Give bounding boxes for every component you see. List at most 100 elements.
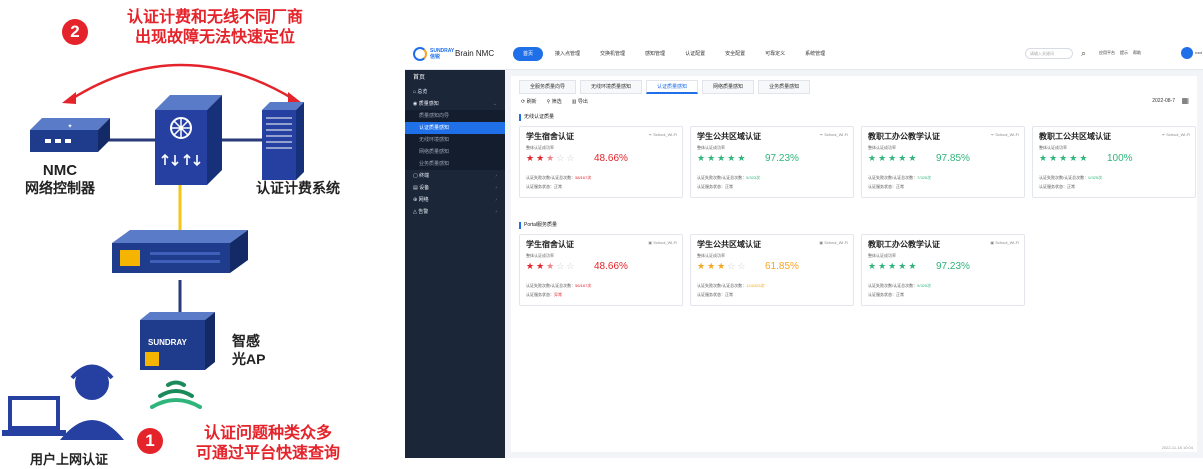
brand-small: SUNDRAY 信锐 <box>430 48 455 60</box>
tab-wireless[interactable]: 无线环境质量感知 <box>580 80 643 94</box>
sidebar-item-quality[interactable]: ◉ 质量感知 ⌄ <box>405 98 505 110</box>
brand-name: Brain NMC <box>455 49 495 58</box>
nav-switch[interactable]: 交换机管理 <box>592 47 633 61</box>
star-icon: ☆ <box>727 261 738 271</box>
sidebar-home[interactable]: 首页 <box>405 70 505 86</box>
date-picker[interactable]: 2022-08-7 <box>1152 98 1175 104</box>
search-input[interactable]: 请输入关键词 <box>1025 48 1073 59</box>
sidebar-item-business[interactable]: 业务质量感知 <box>405 158 505 170</box>
export-button[interactable]: ▥ 导出 <box>572 98 588 105</box>
top-bar: SUNDRAY 信锐 Brain NMC 首页 接入点管理 交换机管理 感知管理… <box>405 38 1203 70</box>
tab-business[interactable]: 业务质量感知 <box>758 80 811 94</box>
service-status: 认证服务状态：正常 <box>1039 184 1075 189</box>
sidebar-item-auth-quality[interactable]: 认证质量感知 <box>405 122 505 134</box>
nmc-controller-icon: ✦ <box>30 118 110 152</box>
user-name[interactable]: root <box>1195 50 1202 55</box>
service-status: 认证服务状态：正常 <box>526 184 562 189</box>
sidebar-item-overview[interactable]: ⌂ 总览 <box>405 86 505 98</box>
success-rate-value: 97.23% <box>765 153 799 164</box>
fail-ratio: 认证失败次数/认证总次数：56/167次 <box>526 283 592 288</box>
svg-text:✦: ✦ <box>67 123 72 130</box>
star-icon: ★ <box>727 153 738 163</box>
avatar[interactable] <box>1181 47 1193 59</box>
star-icon: ★ <box>546 153 557 163</box>
rating-stars: ★★★★★ <box>868 153 918 164</box>
fail-ratio: 认证失败次数/认证总次数：7/325次 <box>868 175 932 180</box>
star-icon: ☆ <box>737 261 748 271</box>
star-icon: ★ <box>868 261 879 271</box>
success-rate-label: 整体认证成功率 <box>868 145 896 150</box>
sidebar-item-terminal[interactable]: ▢ 终端 › <box>405 170 505 182</box>
quality-card[interactable]: 学生公共区域认证 ▣ School_Wi-Fi 整体认证成功率 ★★★☆☆ 61.85%… <box>690 234 854 306</box>
nav-reliability[interactable]: 可靠定义 <box>757 47 793 61</box>
service-status: 认证服务状态：正常 <box>697 184 733 189</box>
card-title: 教职工办公教学认证 <box>868 132 940 141</box>
quality-card[interactable]: 学生宿舍认证 ᯤ School_Wi-Fi 整体认证成功率 ★★★☆☆ 48.66% 认证… <box>519 126 683 198</box>
star-icon: ★ <box>908 153 919 163</box>
gateway-device-icon <box>112 230 248 273</box>
service-status: 认证服务状态：正常 <box>868 292 904 297</box>
sidebar-item-device[interactable]: ▤ 设备 › <box>405 182 505 194</box>
ap-label-1: 智感 <box>232 333 260 349</box>
star-icon: ★ <box>868 153 879 163</box>
nav-auth[interactable]: 认证配置 <box>677 47 713 61</box>
user-icon <box>60 364 124 440</box>
success-rate-label: 整体认证成功率 <box>697 253 725 258</box>
refresh-button[interactable]: ⟳ 刷新 <box>521 98 537 105</box>
ap-brand: SUNDRAY <box>148 338 187 347</box>
network-diagram: 2 认证计费和无线不同厂商 出现故障无法快速定位 ✦ NMC 网络控制器 认证计… <box>0 0 405 469</box>
quality-card[interactable]: 学生宿舍认证 ▣ School_Wi-Fi 整体认证成功率 ★★★☆☆ 48.66% 认证… <box>519 234 683 306</box>
sidebar-item-network[interactable]: 网络质量感知 <box>405 146 505 158</box>
search-icon[interactable]: ⌕ <box>1081 47 1086 59</box>
fail-ratio: 认证失败次数/认证总次数：58/167次 <box>526 175 592 180</box>
tool-platform[interactable]: 应用平台 <box>1099 50 1115 56</box>
success-rate-value: 48.66% <box>594 261 628 272</box>
sidebar-item-alarm[interactable]: △ 告警 › <box>405 206 505 218</box>
nav-ap[interactable]: 接入点管理 <box>547 47 588 61</box>
service-status: 认证服务状态：正常 <box>697 292 733 297</box>
star-icon: ★ <box>1069 153 1080 163</box>
star-icon: ☆ <box>566 153 577 163</box>
tool-tips[interactable]: 提示 <box>1120 50 1128 56</box>
tab-bar: 全服务质量向导 无线环境质量感知 认证质量感知 网络质量感知 业务质量感知 <box>519 80 811 94</box>
nmc-label-2: 网络控制器 <box>25 180 95 196</box>
star-icon: ★ <box>878 153 889 163</box>
quality-card[interactable]: 学生公共区域认证 ᯤ School_Wi-Fi 整体认证成功率 ★★★★★ 97.23%… <box>690 126 854 198</box>
sidebar-item-wireless[interactable]: 无线环境感知 <box>405 134 505 146</box>
nav-system[interactable]: 系统管理 <box>797 47 833 61</box>
nav-home[interactable]: 首页 <box>513 47 544 61</box>
nav-sense[interactable]: 感知管理 <box>637 47 673 61</box>
section-portal: Portal服务质量 <box>519 222 557 229</box>
star-icon: ★ <box>898 153 909 163</box>
sidebar-item-guide[interactable]: 质量感知向导 <box>405 110 505 122</box>
sidebar-item-net[interactable]: ⊕ 网络 › <box>405 194 505 206</box>
rating-stars: ★★★★★ <box>868 261 918 272</box>
calendar-icon[interactable]: ▦ <box>1181 96 1189 105</box>
quality-card[interactable]: 教职工办公教学认证 ▣ School_Wi-Fi 整体认证成功率 ★★★★★ 97.23… <box>861 234 1025 306</box>
tab-guide[interactable]: 全服务质量向导 <box>519 80 577 94</box>
star-icon: ★ <box>707 153 718 163</box>
filter-button[interactable]: ⚲ 筛选 <box>547 98 562 105</box>
billing-label: 认证计费系统 <box>256 180 340 196</box>
nmc-label-1: NMC <box>42 162 78 179</box>
diagram-graphics: ✦ <box>2 63 304 440</box>
nav-security[interactable]: 安全配置 <box>717 47 753 61</box>
quality-card[interactable]: 教职工办公教学认证 ᯤ School_Wi-Fi 整体认证成功率 ★★★★★ 97.85… <box>861 126 1025 198</box>
fault-arc <box>69 63 296 102</box>
ssid-tag: ᯤ School_Wi-Fi <box>1161 132 1190 137</box>
ssid-tag: ᯤ School_Wi-Fi <box>990 132 1019 137</box>
star-icon: ☆ <box>556 261 567 271</box>
tool-help[interactable]: 帮助 <box>1133 50 1141 56</box>
tab-auth[interactable]: 认证质量感知 <box>646 80 699 94</box>
quality-card[interactable]: 教职工公共区域认证 ᯤ School_Wi-Fi 整体认证成功率 ★★★★★ 100% 认… <box>1032 126 1196 198</box>
star-icon: ★ <box>697 261 708 271</box>
core-switch-icon <box>155 95 222 185</box>
ssid-tag: ▣ School_Wi-Fi <box>990 240 1019 245</box>
tab-network[interactable]: 网络质量感知 <box>702 80 755 94</box>
success-rate-label: 整体认证成功率 <box>526 253 554 258</box>
success-rate-label: 整体认证成功率 <box>526 145 554 150</box>
ssid-tag: ᯤ School_Wi-Fi <box>819 132 848 137</box>
star-icon: ★ <box>1079 153 1090 163</box>
star-icon: ★ <box>707 261 718 271</box>
brand-logo-icon <box>413 47 427 61</box>
